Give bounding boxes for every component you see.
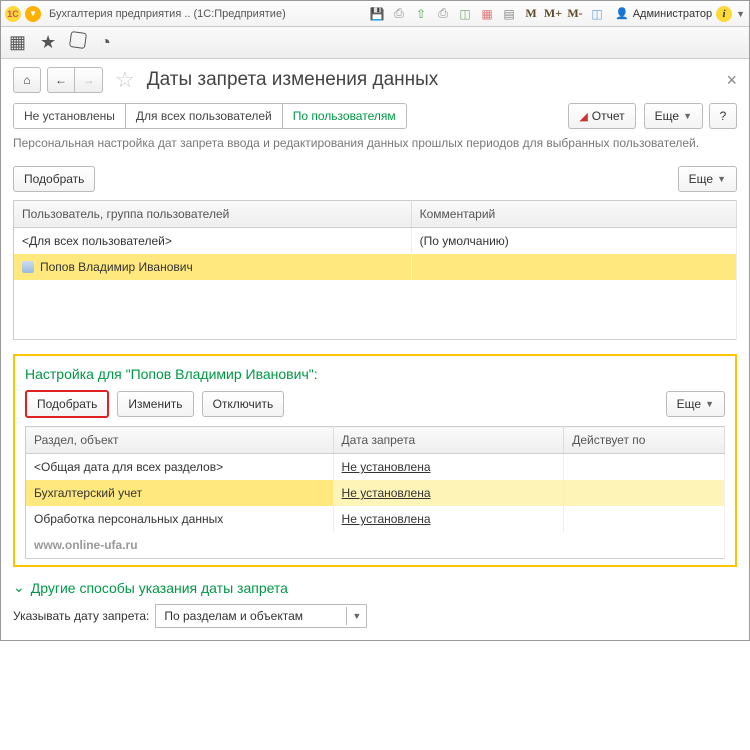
apps-icon[interactable]: [9, 32, 26, 53]
watermark: www.online-ufa.ru: [26, 532, 725, 559]
close-button[interactable]: ×: [726, 70, 737, 91]
mode-tabs: Не установлены Для всех пользователей По…: [13, 103, 407, 129]
calc-icon[interactable]: ▤: [501, 6, 517, 22]
col-valid-to[interactable]: Действует по: [564, 427, 725, 454]
print-icon[interactable]: ⎙: [391, 6, 407, 22]
user-icon: 👤: [615, 7, 629, 20]
table-row[interactable]: <Для всех пользователей> (По умолчанию): [14, 227, 737, 254]
pick-section-button[interactable]: Подобрать: [25, 390, 109, 418]
report-icon: ◢: [579, 110, 587, 123]
col-forbid-date[interactable]: Дата запрета: [333, 427, 564, 454]
col-user[interactable]: Пользователь, группа пользователей: [14, 200, 412, 227]
titlebar: 1C ▾ Бухгалтерия предприятия .. (1С:Пред…: [1, 1, 749, 27]
tab-all-users[interactable]: Для всех пользователей: [126, 104, 283, 128]
col-section[interactable]: Раздел, объект: [26, 427, 334, 454]
home-button[interactable]: ⌂: [13, 67, 41, 93]
chevron-down-icon[interactable]: ▼: [346, 607, 366, 625]
page-title: Даты запрета изменения данных: [147, 69, 439, 91]
forward-button[interactable]: →: [75, 67, 103, 93]
star-outline-icon[interactable]: ☆: [115, 67, 135, 93]
settings-frame: Настройка для "Попов Владимир Иванович":…: [13, 354, 737, 567]
sections-table: Раздел, объект Дата запрета Действует по…: [25, 426, 725, 559]
chevron-down-icon: ▼: [683, 111, 692, 121]
table-row[interactable]: Бухгалтерский учет Не установлена: [26, 480, 725, 506]
memory-mminus-icon[interactable]: M-: [567, 6, 583, 22]
report-label: Отчет: [592, 109, 625, 123]
info-dropdown-icon[interactable]: ▼: [736, 9, 745, 19]
logo-1c-icon: 1C: [5, 6, 21, 22]
info-icon[interactable]: i: [716, 6, 732, 22]
report-button[interactable]: ◢ Отчет: [568, 103, 635, 129]
memory-m-icon[interactable]: M: [523, 6, 539, 22]
print2-icon[interactable]: ⎙: [435, 6, 451, 22]
upload-icon[interactable]: ⇧: [413, 6, 429, 22]
page-header: ⌂ ← → ☆ Даты запрета изменения данных ×: [13, 67, 737, 93]
disable-button[interactable]: Отключить: [202, 391, 285, 417]
more-button[interactable]: Еще ▼: [644, 103, 703, 129]
notifications-icon[interactable]: [100, 32, 111, 53]
user-label: Администратор: [633, 8, 712, 20]
date-mode-label: Указывать дату запрета:: [13, 609, 149, 623]
table-row[interactable]: <Общая дата для всех разделов> Не устано…: [26, 454, 725, 481]
panels-icon[interactable]: ◫: [589, 6, 605, 22]
app-title: Бухгалтерия предприятия .. (1С:Предприят…: [49, 8, 286, 20]
pick-user-button[interactable]: Подобрать: [13, 166, 95, 192]
settings-more-button[interactable]: Еще ▼: [666, 391, 725, 417]
compare-icon[interactable]: ◫: [457, 6, 473, 22]
users-table: Пользователь, группа пользователей Комме…: [13, 200, 737, 341]
tab-by-users[interactable]: По пользователям: [283, 104, 406, 128]
save-icon[interactable]: 💾: [369, 6, 385, 22]
tab-not-set[interactable]: Не установлены: [14, 104, 126, 128]
col-comment[interactable]: Комментарий: [411, 200, 736, 227]
other-methods-toggle[interactable]: ⌄ Другие способы указания даты запрета: [13, 579, 737, 596]
select-value: По разделам и объектам: [156, 606, 346, 626]
chevron-down-icon: ⌄: [13, 579, 25, 596]
dropdown-icon[interactable]: ▾: [25, 6, 41, 22]
description-text: Персональная настройка дат запрета ввода…: [13, 135, 737, 152]
edit-button[interactable]: Изменить: [117, 391, 193, 417]
help-button[interactable]: ?: [709, 103, 737, 129]
favorites-icon[interactable]: [40, 32, 56, 53]
chevron-down-icon: ▼: [705, 399, 714, 409]
table-row[interactable]: Попов Владимир Иванович: [14, 254, 737, 280]
table-row[interactable]: Обработка персональных данных Не установ…: [26, 506, 725, 532]
memory-mplus-icon[interactable]: M+: [545, 6, 561, 22]
main-toolbar: [1, 27, 749, 59]
back-button[interactable]: ←: [47, 67, 75, 93]
chevron-down-icon: ▼: [717, 174, 726, 184]
date-mode-select[interactable]: По разделам и объектам ▼: [155, 604, 367, 628]
users-more-button[interactable]: Еще ▼: [678, 166, 737, 192]
user-icon: [22, 261, 34, 273]
history-icon[interactable]: [70, 32, 86, 53]
calendar-icon[interactable]: ▦: [479, 6, 495, 22]
user-menu[interactable]: 👤 Администратор: [615, 7, 712, 20]
settings-title: Настройка для "Попов Владимир Иванович":: [25, 366, 725, 382]
